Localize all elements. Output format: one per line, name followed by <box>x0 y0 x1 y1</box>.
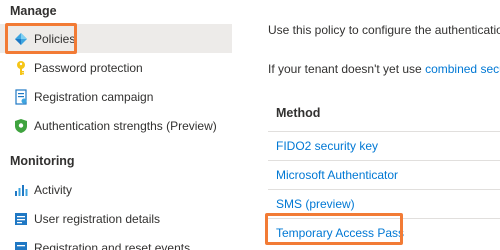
method-link-microsoft-authenticator[interactable]: Microsoft Authenticator <box>276 168 398 182</box>
table-row: SMS (preview) <box>268 189 500 218</box>
method-link-temporary-access-pass[interactable]: Temporary Access Pass <box>276 226 404 240</box>
method-link-fido2[interactable]: FIDO2 security key <box>276 139 378 153</box>
user-details-icon <box>10 211 32 227</box>
main-content: Use this policy to configure the authent… <box>240 0 500 250</box>
sidebar: Manage Policies Password protection Regi… <box>0 0 240 250</box>
events-icon <box>10 240 32 250</box>
sidebar-item-policies[interactable]: Policies <box>0 24 232 53</box>
sidebar-item-label: User registration details <box>34 211 161 226</box>
sidebar-item-label: Policies <box>34 31 76 46</box>
sidebar-item-registration-reset-events[interactable]: Registration and reset events <box>0 233 232 250</box>
manage-section-header: Manage <box>10 4 57 18</box>
sidebar-item-label: Registration campaign <box>34 89 154 104</box>
combined-security-link[interactable]: combined secu <box>425 62 500 76</box>
sidebar-item-user-registration-details[interactable]: User registration details <box>0 204 232 233</box>
sidebar-item-activity[interactable]: Activity <box>0 175 232 204</box>
sidebar-item-label: Registration and reset events <box>34 240 191 250</box>
monitoring-section-header: Monitoring <box>10 154 75 168</box>
table-row: FIDO2 security key <box>268 131 500 160</box>
policy-description: Use this policy to configure the authent… <box>268 23 500 37</box>
table-row: Temporary Access Pass <box>268 218 500 247</box>
table-row: Microsoft Authenticator <box>268 160 500 189</box>
key-icon <box>10 60 32 76</box>
tenant-note-text: If your tenant doesn't yet use <box>268 62 422 76</box>
method-column-header: Method <box>276 106 321 120</box>
shield-icon <box>10 118 32 134</box>
sidebar-item-password-protection[interactable]: Password protection <box>0 53 232 82</box>
tenant-note: If your tenant doesn't yet use combined … <box>268 62 500 76</box>
sidebar-item-authentication-strengths[interactable]: Authentication strengths (Preview) <box>0 111 232 140</box>
sidebar-item-label: Activity <box>34 182 73 197</box>
sidebar-item-label: Password protection <box>34 60 143 75</box>
method-link-sms[interactable]: SMS (preview) <box>276 197 355 211</box>
sidebar-item-label: Authentication strengths (Preview) <box>34 118 217 133</box>
policies-icon <box>10 31 32 47</box>
registration-icon <box>10 88 32 105</box>
sidebar-item-registration-campaign[interactable]: Registration campaign <box>0 82 232 111</box>
chart-icon <box>10 182 32 198</box>
